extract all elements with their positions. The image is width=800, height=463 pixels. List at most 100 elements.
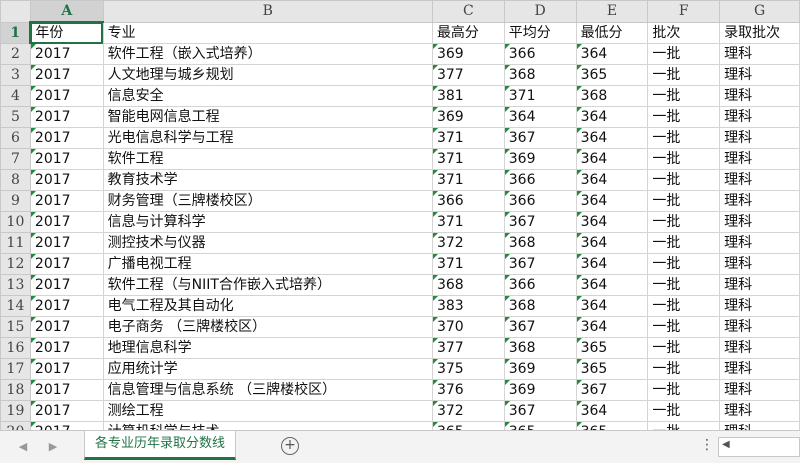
data-cell[interactable]: 一批 [647,43,721,65]
data-cell[interactable]: 测控技术与仪器 [102,232,433,254]
data-cell[interactable]: 364 [575,106,649,128]
data-cell[interactable]: 2017 [29,421,104,430]
data-cell[interactable]: 371 [503,85,577,107]
data-cell[interactable]: 2017 [29,211,104,233]
data-cell[interactable]: 364 [503,106,577,128]
data-cell[interactable]: 364 [575,400,649,422]
data-cell[interactable]: 理科 [719,274,800,296]
data-cell[interactable]: 理科 [719,43,800,65]
data-cell[interactable]: 376 [431,379,505,401]
row-header[interactable]: 6 [0,127,31,149]
column-header-e[interactable]: E [575,0,649,23]
header-cell[interactable]: 专业 [102,21,433,44]
data-cell[interactable]: 一批 [647,358,721,380]
data-cell[interactable]: 364 [575,127,649,149]
header-cell[interactable]: 最低分 [575,21,649,44]
header-cell[interactable]: 批次 [647,21,721,44]
header-cell[interactable]: 年份 [29,21,104,44]
data-cell[interactable]: 367 [503,211,577,233]
data-cell[interactable]: 371 [431,127,505,149]
data-cell[interactable]: 信息管理与信息系统 （三牌楼校区） [102,379,433,401]
data-cell[interactable]: 365 [575,64,649,86]
data-cell[interactable]: 一批 [647,295,721,317]
row-header[interactable]: 19 [0,400,31,422]
data-cell[interactable]: 应用统计学 [102,358,433,380]
data-cell[interactable]: 广播电视工程 [102,253,433,275]
prev-sheet-icon[interactable]: ◀ [14,439,32,455]
data-cell[interactable]: 一批 [647,64,721,86]
data-cell[interactable]: 一批 [647,211,721,233]
data-cell[interactable]: 383 [431,295,505,317]
data-cell[interactable]: 381 [431,85,505,107]
scroll-left-icon[interactable]: ◀ [722,439,730,450]
data-cell[interactable]: 财务管理（三牌楼校区） [102,190,433,212]
data-cell[interactable]: 软件工程（嵌入式培养） [102,43,433,65]
data-cell[interactable]: 367 [503,400,577,422]
data-cell[interactable]: 理科 [719,295,800,317]
column-header-d[interactable]: D [503,0,577,23]
data-cell[interactable]: 理科 [719,337,800,359]
row-header[interactable]: 4 [0,85,31,107]
data-cell[interactable]: 370 [431,316,505,338]
row-header[interactable]: 2 [0,43,31,65]
data-cell[interactable]: 一批 [647,316,721,338]
data-cell[interactable]: 365 [575,358,649,380]
data-cell[interactable]: 一批 [647,85,721,107]
data-cell[interactable]: 364 [575,211,649,233]
column-header-g[interactable]: G [719,0,800,23]
data-cell[interactable]: 377 [431,64,505,86]
data-cell[interactable]: 地理信息科学 [102,337,433,359]
data-cell[interactable]: 371 [431,253,505,275]
data-cell[interactable]: 364 [575,274,649,296]
data-cell[interactable]: 366 [503,43,577,65]
data-cell[interactable]: 理科 [719,421,800,430]
data-cell[interactable]: 信息与计算科学 [102,211,433,233]
data-cell[interactable]: 软件工程（与NIIT合作嵌入式培养） [102,274,433,296]
data-cell[interactable]: 理科 [719,253,800,275]
data-cell[interactable]: 2017 [29,85,104,107]
data-cell[interactable]: 365 [575,337,649,359]
data-cell[interactable]: 一批 [647,274,721,296]
data-cell[interactable]: 372 [431,400,505,422]
data-cell[interactable]: 369 [431,43,505,65]
data-cell[interactable]: 一批 [647,379,721,401]
select-all-corner[interactable] [0,0,31,23]
spreadsheet-grid[interactable]: ABCDEFG 1 年份 专业 最高分 平均分 最低分 批次 录取批次 2 2017 软件工程（嵌入… [0,0,800,430]
data-cell[interactable]: 2017 [29,148,104,170]
data-cell[interactable]: 2017 [29,295,104,317]
data-cell[interactable]: 371 [431,169,505,191]
data-cell[interactable]: 2017 [29,253,104,275]
data-cell[interactable]: 2017 [29,400,104,422]
data-cell[interactable]: 光电信息科学与工程 [102,127,433,149]
data-cell[interactable]: 2017 [29,379,104,401]
data-cell[interactable]: 371 [431,211,505,233]
column-header-a[interactable]: A [29,0,104,23]
data-cell[interactable]: 理科 [719,316,800,338]
data-cell[interactable]: 理科 [719,400,800,422]
data-cell[interactable]: 367 [503,253,577,275]
data-cell[interactable]: 369 [503,379,577,401]
data-cell[interactable]: 电气工程及其自动化 [102,295,433,317]
data-cell[interactable]: 一批 [647,232,721,254]
row-header[interactable]: 9 [0,190,31,212]
row-header[interactable]: 7 [0,148,31,170]
header-cell[interactable]: 最高分 [431,21,505,44]
data-cell[interactable]: 368 [575,85,649,107]
data-cell[interactable]: 366 [503,169,577,191]
data-cell[interactable]: 计算机科学与技术 [102,421,433,430]
data-cell[interactable]: 智能电网信息工程 [102,106,433,128]
header-cell[interactable]: 录取批次 [719,21,800,44]
data-cell[interactable]: 2017 [29,358,104,380]
row-header[interactable]: 18 [0,379,31,401]
row-header[interactable]: 13 [0,274,31,296]
column-header-f[interactable]: F [647,0,721,23]
data-cell[interactable]: 理科 [719,190,800,212]
data-cell[interactable]: 一批 [647,169,721,191]
data-cell[interactable]: 2017 [29,274,104,296]
row-header[interactable]: 8 [0,169,31,191]
row-header[interactable]: 5 [0,106,31,128]
data-cell[interactable]: 理科 [719,85,800,107]
more-options-icon[interactable]: ⋮ [700,437,714,453]
data-cell[interactable]: 理科 [719,127,800,149]
data-cell[interactable]: 364 [575,169,649,191]
